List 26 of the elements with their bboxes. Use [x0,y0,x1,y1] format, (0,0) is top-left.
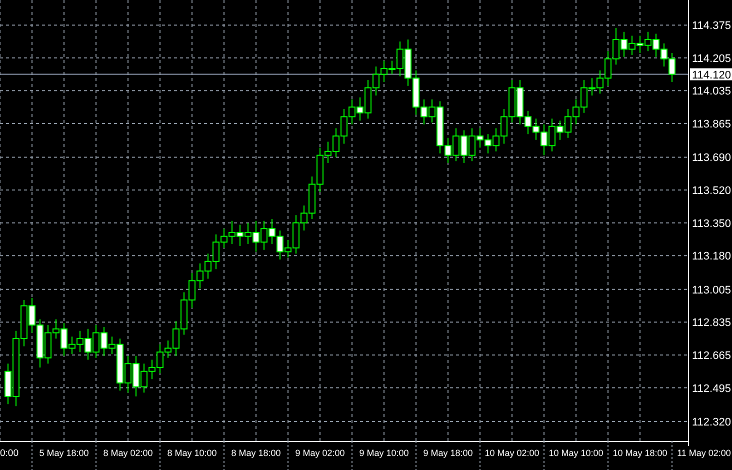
time-axis-label: 10 May 10:00 [548,448,604,458]
price-axis-label: 113.690 [692,152,731,164]
price-axis-label: 113.005 [692,284,731,296]
price-axis-label: 113.180 [692,250,731,263]
price-axis-label: 114.375 [692,20,731,32]
price-axis-label: 114.035 [692,86,731,98]
time-axis-label: 9 May 02:00 [295,448,345,458]
time-axis-label: 8 May 10:00 [167,448,217,458]
price-axis-label: 113.520 [692,185,731,198]
time-axis-label: 5 May 18:00 [39,448,89,458]
time-axis-label: 9 May 18:00 [423,448,473,458]
price-axis-label: 112.665 [692,350,731,362]
price-axis-label: 112.320 [692,416,731,429]
time-axis-label: 10 May 02:00 [484,448,540,458]
time-axis-label: 9 May 10:00 [359,448,409,458]
time-axis-label: 10 May 18:00 [612,448,668,458]
price-axis-label: 112.835 [692,317,731,330]
price-axis-label: 114.205 [692,52,731,65]
current-price-tag: 114.120 [690,68,732,82]
time-axis-label: 11 May 02:00 [677,448,731,458]
time-axis-label: 0:00 [0,448,18,459]
time-axis-label: 8 May 02:00 [103,448,153,458]
price-axis-label: 113.350 [692,218,731,230]
time-axis-label: 8 May 18:00 [231,448,281,458]
price-axis-label: 112.495 [692,382,731,395]
price-axis-label: 113.865 [692,118,731,130]
